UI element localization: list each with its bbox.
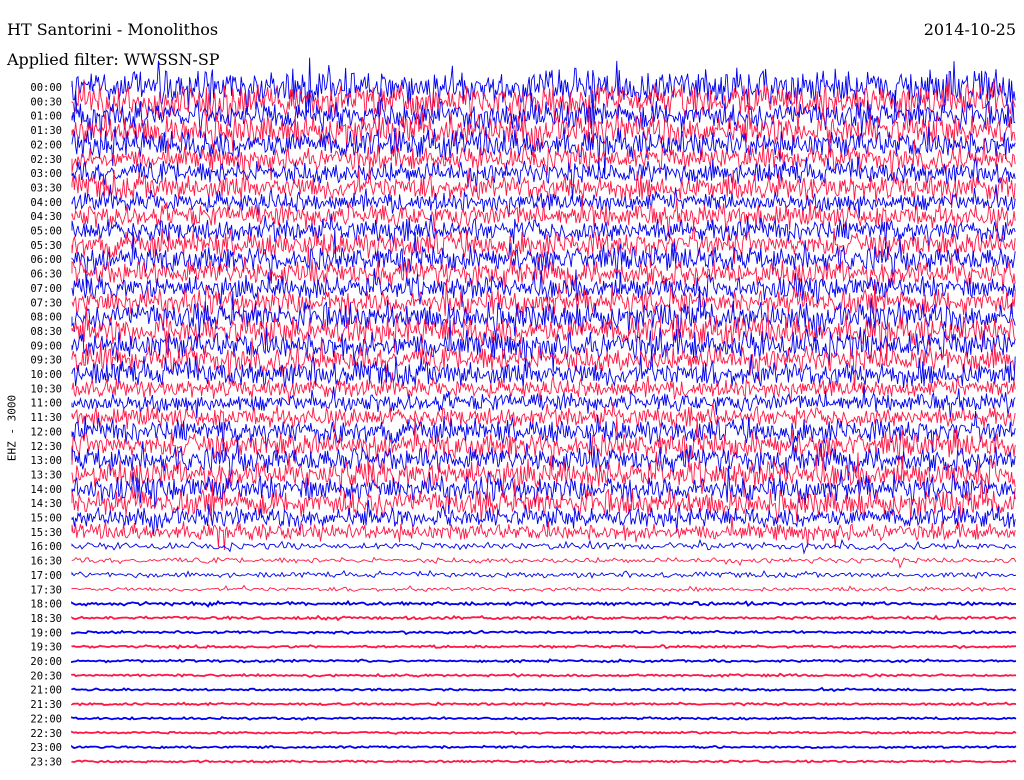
row-time-label: 14:00 — [30, 484, 62, 496]
row-time-label: 01:00 — [30, 111, 62, 123]
row-time-label: 04:30 — [30, 211, 62, 223]
seismic-trace — [71, 556, 1017, 569]
row-time-label: 19:00 — [30, 627, 62, 639]
seismic-trace — [71, 538, 1017, 555]
seismic-trace — [71, 569, 1017, 579]
seismogram-plot: 00:00 00:30 01:00 01:30 02:00 02:30 03:00 03:30… — [30, 57, 1017, 768]
row-time-label: 22:30 — [30, 728, 62, 740]
row-time-label: 23:30 — [30, 756, 62, 768]
seismic-trace — [71, 658, 1017, 664]
row-time-label: 14:30 — [30, 498, 62, 510]
row-time-label: 07:30 — [30, 297, 62, 309]
row-time-label: 22:00 — [30, 713, 62, 725]
seismic-trace — [71, 156, 1016, 201]
seismic-trace — [71, 701, 1017, 707]
row-time-label: 20:30 — [30, 670, 62, 682]
row-time-label: 17:00 — [30, 570, 62, 582]
row-time-label: 05:30 — [30, 240, 62, 252]
row-time-label: 08:00 — [30, 312, 62, 324]
row-time-label: 00:30 — [30, 96, 62, 108]
row-time-label: 09:00 — [30, 340, 62, 352]
row-time-label: 02:30 — [30, 154, 62, 166]
row-time-label: 18:30 — [30, 613, 62, 625]
row-time-label: 05:00 — [30, 226, 62, 238]
seismic-trace — [71, 432, 1016, 481]
row-time-label: 21:00 — [30, 685, 62, 697]
row-time-label: 12:30 — [30, 441, 62, 453]
seismic-trace — [71, 516, 1016, 551]
seismic-trace — [71, 614, 1017, 622]
row-time-label: 03:00 — [30, 168, 62, 180]
row-time-label: 00:00 — [30, 82, 62, 94]
row-time-label: 11:00 — [30, 398, 62, 410]
row-time-label: 02:00 — [30, 139, 62, 151]
row-time-label: 16:00 — [30, 541, 62, 553]
row-time-label: 21:30 — [30, 699, 62, 711]
row-time-label: 17:30 — [30, 584, 62, 596]
row-time-label: 13:30 — [30, 469, 62, 481]
row-time-label: 06:00 — [30, 254, 62, 266]
seismic-trace — [71, 730, 1017, 736]
seismic-trace — [71, 672, 1016, 678]
row-time-label: 18:00 — [30, 599, 62, 611]
row-time-label: 12:00 — [30, 426, 62, 438]
seismic-trace — [71, 643, 1017, 650]
row-time-label: 09:30 — [30, 355, 62, 367]
seismic-trace — [71, 584, 1017, 593]
seismic-trace — [71, 744, 1017, 750]
row-time-label: 01:30 — [30, 125, 62, 137]
row-time-label: 20:00 — [30, 656, 62, 668]
row-time-label: 19:30 — [30, 642, 62, 654]
row-time-label: 08:30 — [30, 326, 62, 338]
row-time-label: 10:30 — [30, 383, 62, 395]
seismic-trace — [71, 759, 1017, 764]
row-time-label: 11:30 — [30, 412, 62, 424]
row-time-label: 06:30 — [30, 269, 62, 281]
row-time-label: 03:30 — [30, 182, 62, 194]
row-time-label: 16:30 — [30, 556, 62, 568]
row-time-label: 15:00 — [30, 513, 62, 525]
seismic-trace — [71, 629, 1017, 636]
seismic-trace — [71, 716, 1017, 721]
row-time-label: 23:00 — [30, 742, 62, 754]
row-time-label: 04:00 — [30, 197, 62, 209]
seismic-trace — [71, 686, 1017, 693]
row-time-label: 13:00 — [30, 455, 62, 467]
row-time-label: 10:00 — [30, 369, 62, 381]
seismic-trace — [71, 599, 1016, 608]
row-time-label: 07:00 — [30, 283, 62, 295]
row-time-label: 15:30 — [30, 527, 62, 539]
